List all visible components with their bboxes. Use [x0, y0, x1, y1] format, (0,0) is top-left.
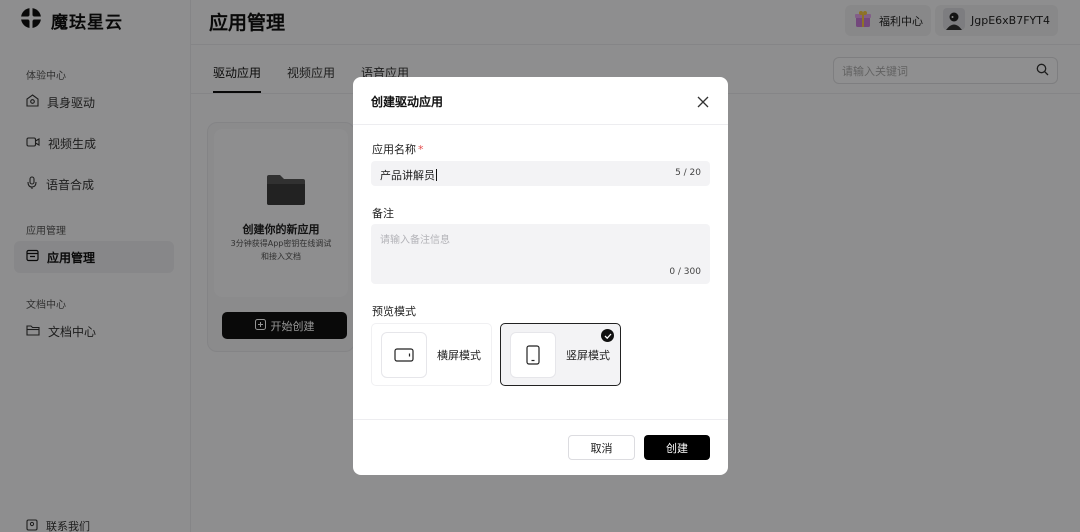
note-placeholder: 请输入备注信息: [380, 235, 450, 246]
app-name-label: 应用名称 *: [372, 141, 424, 157]
create-drive-app-dialog: 创建驱动应用 应用名称 * 产品讲解员 5 / 20 备注 请输入备注信息 0 /…: [353, 77, 728, 475]
create-button[interactable]: 创建: [644, 435, 710, 460]
app-name-input[interactable]: 产品讲解员 5 / 20: [371, 161, 710, 186]
note-textarea[interactable]: 请输入备注信息 0 / 300: [371, 224, 710, 284]
portrait-mode-option[interactable]: 竖屏模式: [500, 323, 621, 386]
landscape-screen-icon: [381, 331, 427, 378]
app-name-label-text: 应用名称: [372, 143, 416, 156]
portrait-mode-label: 竖屏模式: [566, 348, 610, 362]
app-name-value: 产品讲解员: [380, 169, 435, 182]
note-char-count: 0 / 300: [669, 267, 701, 277]
check-icon: [601, 329, 614, 342]
dialog-header: 创建驱动应用: [353, 77, 728, 125]
dialog-title: 创建驱动应用: [371, 95, 444, 109]
dialog-footer-divider: [353, 419, 728, 420]
landscape-mode-label: 横屏模式: [437, 348, 481, 362]
note-label: 备注: [372, 207, 394, 220]
app-name-char-count: 5 / 20: [675, 168, 701, 178]
preview-mode-label: 预览模式: [372, 305, 416, 318]
portrait-screen-icon: [510, 331, 556, 378]
close-icon[interactable]: [696, 94, 710, 108]
cancel-button[interactable]: 取消: [568, 435, 635, 460]
landscape-mode-option[interactable]: 横屏模式: [371, 323, 492, 386]
required-mark: *: [418, 143, 424, 156]
